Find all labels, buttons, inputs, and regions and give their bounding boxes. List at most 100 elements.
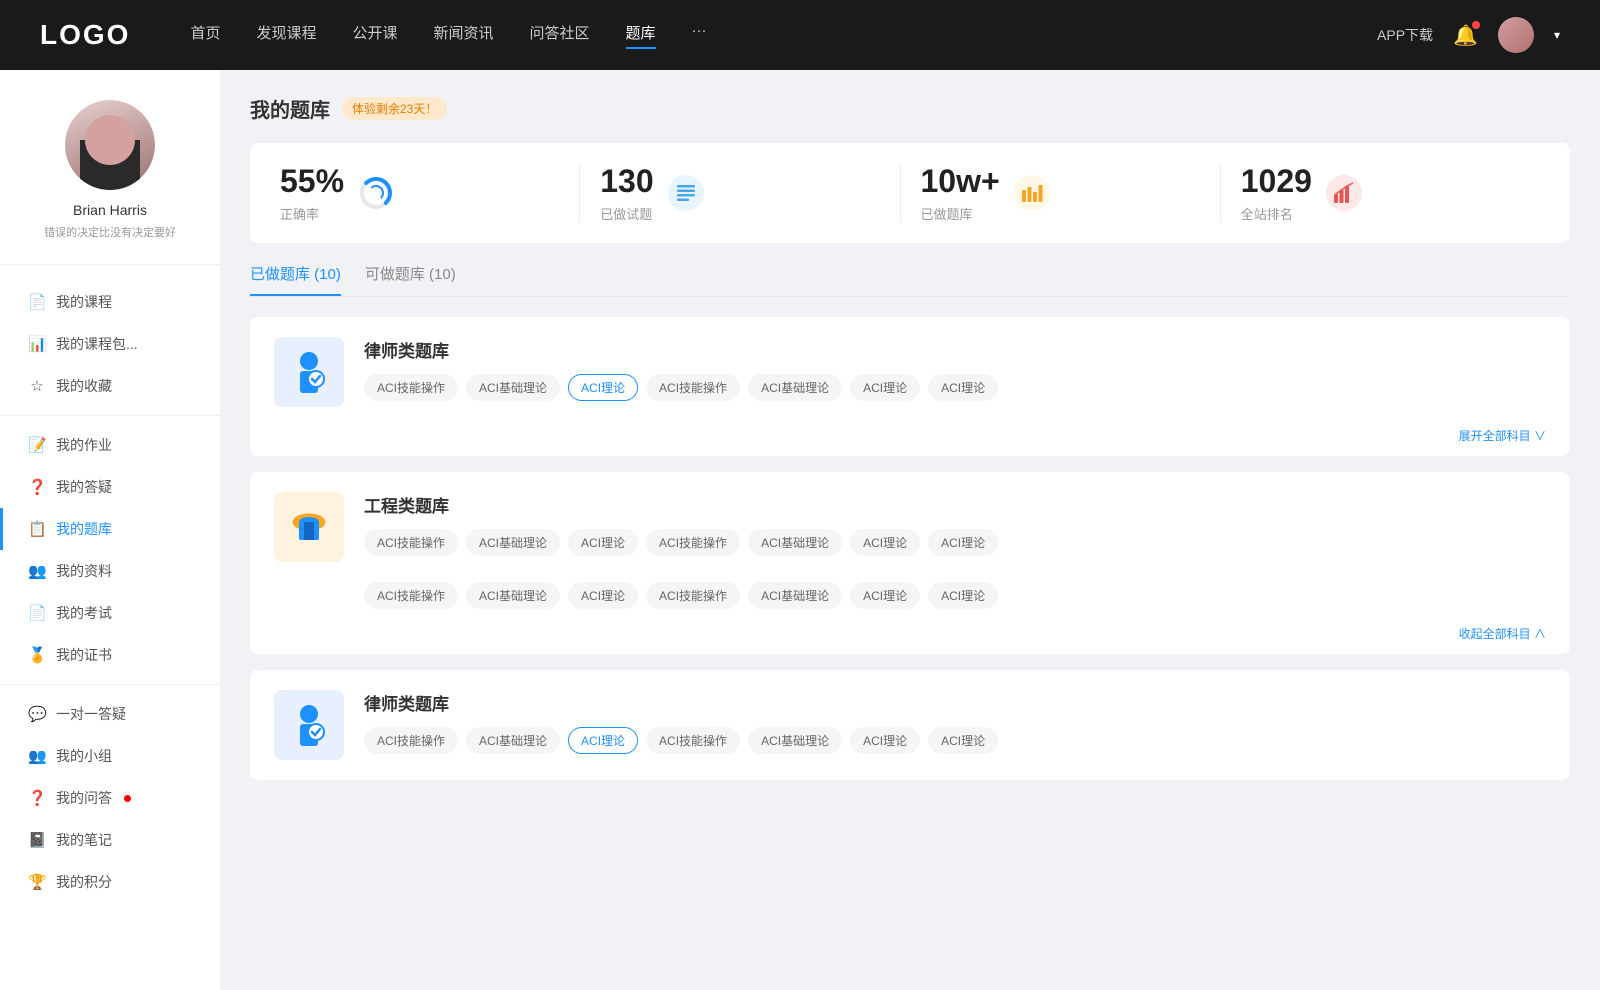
sidebar-divider-2 xyxy=(0,684,220,685)
accuracy-label: 正确率 xyxy=(280,204,344,223)
lawyer-icon-2 xyxy=(284,700,334,750)
tag-item[interactable]: ACI理论 xyxy=(568,529,638,556)
qbank-card-lawyer-2: 律师类题库 ACI技能操作 ACI基础理论 ACI理论 ACI技能操作 ACI基… xyxy=(250,670,1570,780)
my-qa-icon: ❓ xyxy=(28,789,46,807)
sidebar-item-label: 我的课程 xyxy=(56,292,112,312)
qbank-name: 律师类题库 xyxy=(364,337,1546,362)
sidebar-item-label: 我的课程包... xyxy=(56,334,138,354)
sidebar-item-group[interactable]: 👥 我的小组 xyxy=(0,735,220,777)
nav-news[interactable]: 新闻资讯 xyxy=(434,22,494,49)
tag-item[interactable]: ACI基础理论 xyxy=(466,529,560,556)
course-icon: 📄 xyxy=(28,293,46,311)
main-content: 我的题库 体验剩余23天！ 55% 正确率 130 已做试题 xyxy=(220,70,1600,990)
qbank-info: 律师类题库 ACI技能操作 ACI基础理论 ACI理论 ACI技能操作 ACI基… xyxy=(364,690,1546,754)
done-questions-value: 130 xyxy=(600,163,653,200)
sidebar-item-course[interactable]: 📄 我的课程 xyxy=(0,281,220,323)
tag-item[interactable]: ACI技能操作 xyxy=(364,529,458,556)
sidebar-item-one-on-one[interactable]: 💬 一对一答疑 xyxy=(0,693,220,735)
logo[interactable]: LOGO xyxy=(40,19,130,51)
lawyer-icon xyxy=(284,347,334,397)
tag-item[interactable]: ACI技能操作 xyxy=(646,374,740,401)
stat-accuracy: 55% 正确率 xyxy=(280,163,580,223)
tag-item[interactable]: ACI基础理论 xyxy=(748,529,842,556)
qbank-info: 律师类题库 ACI技能操作 ACI基础理论 ACI理论 ACI技能操作 ACI基… xyxy=(364,337,1546,401)
nav-more[interactable]: ··· xyxy=(692,22,707,49)
qa-dot-badge xyxy=(124,795,131,802)
sidebar-item-question-bank[interactable]: 📋 我的题库 xyxy=(0,508,220,550)
sidebar-item-points[interactable]: 🏆 我的积分 xyxy=(0,861,220,903)
list-icon xyxy=(675,182,697,204)
sidebar-divider-1 xyxy=(0,415,220,416)
qbank-icon-lawyer-2 xyxy=(274,690,344,760)
avatar[interactable] xyxy=(1498,17,1534,53)
tag-item-active[interactable]: ACI理论 xyxy=(568,374,638,401)
tag-item[interactable]: ACI技能操作 xyxy=(364,582,458,609)
nav-opencourse[interactable]: 公开课 xyxy=(352,22,397,49)
tag-item[interactable]: ACI理论 xyxy=(850,582,920,609)
stat-done-banks: 10w+ 已做题库 xyxy=(901,163,1221,223)
sidebar-item-label: 我的问答 xyxy=(56,788,112,808)
tag-item[interactable]: ACI理论 xyxy=(850,529,920,556)
nav-home[interactable]: 首页 xyxy=(190,22,220,49)
sidebar-avatar[interactable] xyxy=(65,100,155,190)
notification-dot xyxy=(1472,21,1480,29)
sidebar-item-qa[interactable]: ❓ 我的答疑 xyxy=(0,466,220,508)
tab-available-banks[interactable]: 可做题库 (10) xyxy=(365,263,456,296)
sidebar-item-exam[interactable]: 📄 我的考试 xyxy=(0,592,220,634)
tag-item[interactable]: ACI基础理论 xyxy=(466,727,560,754)
tag-item[interactable]: ACI理论 xyxy=(850,727,920,754)
sidebar-item-homework[interactable]: 📝 我的作业 xyxy=(0,424,220,466)
ranking-icon xyxy=(1326,175,1362,211)
tag-item[interactable]: ACI技能操作 xyxy=(646,529,740,556)
nav-qa[interactable]: 问答社区 xyxy=(530,22,590,49)
tag-item[interactable]: ACI基础理论 xyxy=(748,727,842,754)
sidebar-item-profile[interactable]: 👥 我的资料 xyxy=(0,550,220,592)
sidebar: Brian Harris 错误的决定比没有决定要好 📄 我的课程 📊 我的课程包… xyxy=(0,70,220,990)
tag-item[interactable]: ACI理论 xyxy=(850,374,920,401)
expand-button[interactable]: 展开全部科目 ∨ xyxy=(250,427,1570,456)
tag-item[interactable]: ACI基础理论 xyxy=(466,374,560,401)
chart-icon xyxy=(1333,182,1355,204)
stat-ranking-text: 1029 全站排名 xyxy=(1241,163,1312,223)
navbar: LOGO 首页 发现课程 公开课 新闻资讯 问答社区 题库 ··· APP下载 … xyxy=(0,0,1600,70)
trial-badge: 体验剩余23天！ xyxy=(342,97,447,120)
tag-item[interactable]: ACI理论 xyxy=(928,529,998,556)
nav-question-bank[interactable]: 题库 xyxy=(626,22,656,49)
collapse-button[interactable]: 收起全部科目 ∧ xyxy=(250,625,1570,654)
tag-item[interactable]: ACI基础理论 xyxy=(748,582,842,609)
tag-item-active[interactable]: ACI理论 xyxy=(568,727,638,754)
tag-item[interactable]: ACI基础理论 xyxy=(466,582,560,609)
nav-discover[interactable]: 发现课程 xyxy=(256,22,316,49)
tag-item[interactable]: ACI技能操作 xyxy=(646,727,740,754)
done-banks-label: 已做题库 xyxy=(921,204,1000,223)
sidebar-item-certificate[interactable]: 🏅 我的证书 xyxy=(0,634,220,676)
tag-item[interactable]: ACI技能操作 xyxy=(364,727,458,754)
qa-icon: ❓ xyxy=(28,478,46,496)
qbank-name: 工程类题库 xyxy=(364,492,1546,517)
tag-item[interactable]: ACI理论 xyxy=(928,582,998,609)
sidebar-item-label: 我的证书 xyxy=(56,645,112,665)
page-layout: Brian Harris 错误的决定比没有决定要好 📄 我的课程 📊 我的课程包… xyxy=(0,70,1600,990)
points-icon: 🏆 xyxy=(28,873,46,891)
app-download-button[interactable]: APP下载 xyxy=(1377,25,1433,45)
sidebar-item-course-package[interactable]: 📊 我的课程包... xyxy=(0,323,220,365)
tag-item[interactable]: ACI理论 xyxy=(928,727,998,754)
tag-item[interactable]: ACI技能操作 xyxy=(646,582,740,609)
stat-done-banks-text: 10w+ 已做题库 xyxy=(921,163,1000,223)
tag-item[interactable]: ACI理论 xyxy=(928,374,998,401)
sidebar-item-favorites[interactable]: ☆ 我的收藏 xyxy=(0,365,220,407)
tab-done-banks[interactable]: 已做题库 (10) xyxy=(250,263,341,296)
sidebar-item-my-qa[interactable]: ❓ 我的问答 xyxy=(0,777,220,819)
tag-item[interactable]: ACI基础理论 xyxy=(748,374,842,401)
course-package-icon: 📊 xyxy=(28,335,46,353)
favorites-icon: ☆ xyxy=(28,377,46,395)
dropdown-icon[interactable]: ▾ xyxy=(1554,28,1560,42)
tag-item[interactable]: ACI技能操作 xyxy=(364,374,458,401)
sidebar-item-label: 我的小组 xyxy=(56,746,112,766)
stat-ranking: 1029 全站排名 xyxy=(1221,163,1540,223)
sidebar-item-notes[interactable]: 📓 我的笔记 xyxy=(0,819,220,861)
done-banks-value: 10w+ xyxy=(921,163,1000,200)
tag-item[interactable]: ACI理论 xyxy=(568,582,638,609)
notification-bell[interactable]: 🔔 xyxy=(1453,23,1478,48)
stat-accuracy-text: 55% 正确率 xyxy=(280,163,344,223)
